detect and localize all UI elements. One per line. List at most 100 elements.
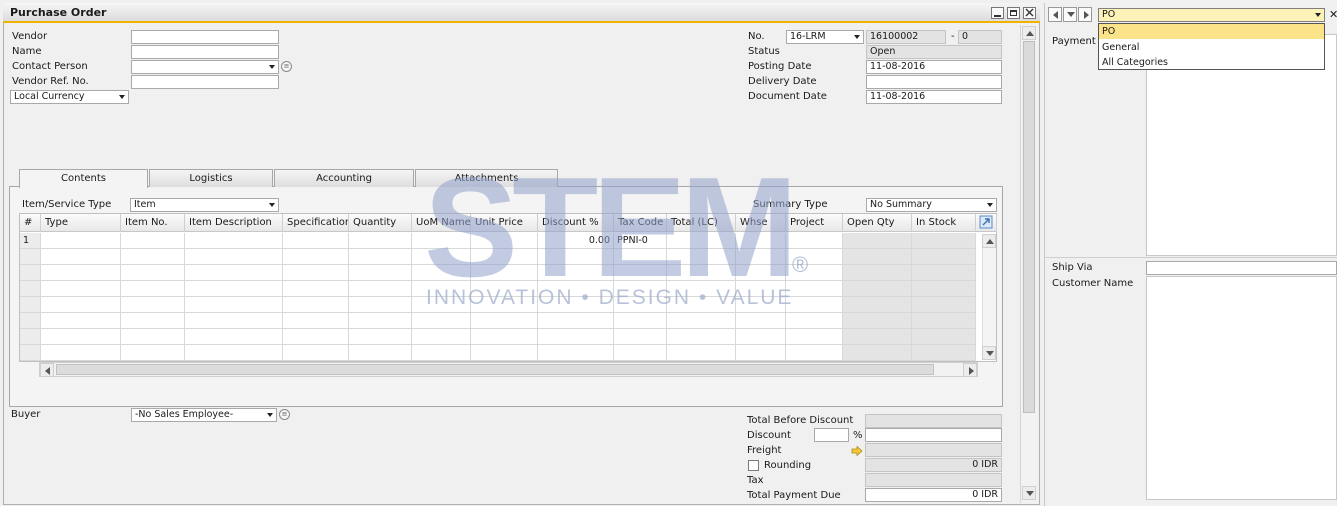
table-cell[interactable] [121, 297, 185, 313]
grid-horizontal-scrollbar[interactable] [39, 362, 978, 377]
delivery-date-field[interactable] [866, 75, 1002, 89]
table-cell[interactable] [283, 265, 349, 281]
table-cell[interactable] [121, 329, 185, 345]
table-cell[interactable] [349, 233, 412, 249]
series-select[interactable]: 16-LRM [786, 30, 864, 44]
summary-type-select[interactable]: No Summary [866, 198, 997, 212]
vendor-field[interactable] [131, 30, 279, 44]
table-cell[interactable] [667, 329, 736, 345]
buyer-select[interactable]: -No Sales Employee- [131, 408, 277, 422]
table-cell[interactable] [538, 345, 614, 361]
close-button[interactable] [1023, 7, 1036, 19]
contact-person-select[interactable] [131, 60, 279, 74]
table-cell[interactable] [843, 329, 912, 345]
table-cell[interactable] [538, 329, 614, 345]
table-cell[interactable] [349, 329, 412, 345]
table-cell[interactable] [843, 297, 912, 313]
table-cell[interactable] [20, 345, 41, 361]
table-cell[interactable] [283, 345, 349, 361]
form-scroll-up-button[interactable] [1022, 26, 1036, 40]
list-button[interactable] [1063, 7, 1077, 22]
col-header-type[interactable]: Type [41, 214, 121, 232]
table-cell[interactable] [41, 313, 121, 329]
table-cell[interactable] [843, 233, 912, 249]
grid-scroll-left-button[interactable] [40, 363, 54, 377]
table-cell[interactable] [185, 313, 283, 329]
table-cell[interactable] [185, 329, 283, 345]
table-cell[interactable] [121, 345, 185, 361]
table-cell[interactable] [471, 329, 538, 345]
table-cell[interactable] [912, 281, 976, 297]
restore-button[interactable] [1007, 7, 1020, 19]
table-cell[interactable] [283, 281, 349, 297]
table-cell[interactable] [614, 345, 667, 361]
table-cell[interactable] [843, 249, 912, 265]
table-cell[interactable] [20, 297, 41, 313]
table-cell[interactable] [121, 233, 185, 249]
table-cell[interactable] [185, 249, 283, 265]
table-cell[interactable] [412, 313, 471, 329]
grid-scroll-right-button[interactable] [963, 363, 977, 377]
discount-percent-field[interactable] [814, 428, 849, 442]
table-cell[interactable] [20, 313, 41, 329]
table-cell[interactable] [283, 249, 349, 265]
vendor-ref-field[interactable] [131, 75, 279, 89]
col-header-open-qty[interactable]: Open Qty [843, 214, 912, 232]
table-cell[interactable] [20, 281, 41, 297]
table-cell[interactable] [121, 313, 185, 329]
next-button[interactable] [1078, 7, 1092, 22]
table-cell[interactable] [667, 345, 736, 361]
currency-select[interactable]: Local Currency [10, 90, 129, 104]
tab-accounting[interactable]: Accounting [274, 169, 414, 187]
table-cell[interactable] [41, 265, 121, 281]
table-cell[interactable] [121, 249, 185, 265]
table-cell[interactable] [912, 233, 976, 249]
grid-scroll-down-button[interactable] [982, 346, 996, 360]
table-cell[interactable] [786, 313, 843, 329]
table-cell[interactable] [349, 265, 412, 281]
doc-suffix-field[interactable]: 0 [958, 30, 1002, 44]
table-cell[interactable] [912, 249, 976, 265]
col-header-num[interactable]: # [20, 214, 41, 232]
arrow-right-icon[interactable] [851, 446, 863, 456]
table-cell[interactable] [667, 313, 736, 329]
table-cell[interactable] [538, 313, 614, 329]
table-cell[interactable] [121, 281, 185, 297]
col-header-specification[interactable]: Specification [283, 214, 349, 232]
doc-number-field[interactable]: 16100002 [866, 30, 946, 44]
table-cell[interactable] [912, 313, 976, 329]
customer-name-area[interactable] [1146, 276, 1337, 500]
table-cell[interactable] [283, 329, 349, 345]
discount-amount-field[interactable] [865, 428, 1002, 442]
table-cell[interactable] [349, 281, 412, 297]
title-bar[interactable]: Purchase Order [3, 3, 1040, 23]
table-cell[interactable] [786, 329, 843, 345]
tab-contents[interactable]: Contents [19, 169, 148, 188]
table-cell[interactable] [736, 313, 786, 329]
table-cell[interactable] [185, 297, 283, 313]
table-cell[interactable]: 1 [20, 233, 41, 249]
grid-vertical-scrollbar[interactable] [982, 248, 996, 346]
table-cell[interactable] [41, 281, 121, 297]
table-cell[interactable] [41, 233, 121, 249]
form-scroll-down-button[interactable] [1022, 486, 1036, 500]
category-option-all-categories[interactable]: All Categories [1099, 55, 1324, 70]
table-cell[interactable] [185, 265, 283, 281]
category-option-general[interactable]: General [1099, 40, 1324, 55]
tab-logistics[interactable]: Logistics [149, 169, 273, 187]
table-cell[interactable] [349, 297, 412, 313]
col-header-in-stock[interactable]: In Stock [912, 214, 976, 232]
table-cell[interactable] [41, 249, 121, 265]
ship-via-field[interactable] [1146, 261, 1337, 275]
table-cell[interactable] [471, 345, 538, 361]
table-cell[interactable] [283, 313, 349, 329]
table-cell[interactable] [283, 233, 349, 249]
col-header-item-description[interactable]: Item Description [185, 214, 283, 232]
table-cell[interactable] [185, 345, 283, 361]
table-cell[interactable] [20, 329, 41, 345]
info-icon[interactable]: ≡ [281, 61, 292, 72]
col-header-item-no[interactable]: Item No. [121, 214, 185, 232]
prev-button[interactable] [1048, 7, 1062, 22]
table-cell[interactable] [912, 297, 976, 313]
table-cell[interactable] [185, 233, 283, 249]
